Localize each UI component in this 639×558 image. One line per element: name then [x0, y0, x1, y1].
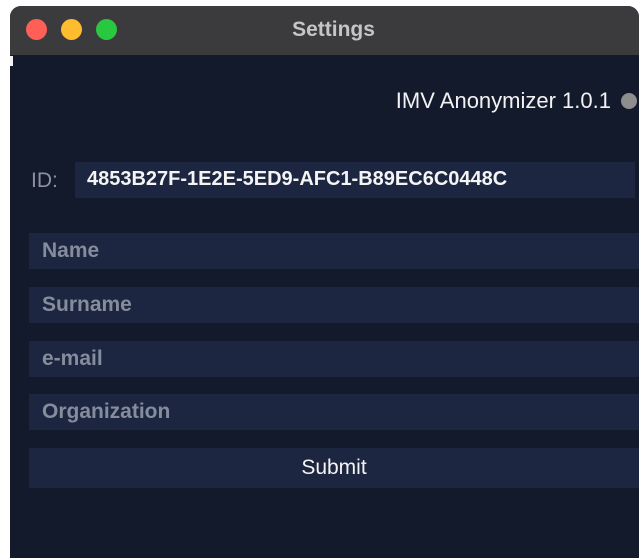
status-indicator-icon	[621, 93, 637, 109]
email-input[interactable]	[29, 341, 639, 377]
id-value-field: 4853B27F-1E2E-5ED9-AFC1-B89EC6C0448C	[75, 162, 635, 198]
window-title: Settings	[292, 18, 375, 41]
surname-input[interactable]	[29, 287, 639, 323]
settings-window: Settings IMV Anonymizer 1.0.1 ID: 4853B2…	[10, 6, 639, 558]
organization-input[interactable]	[29, 394, 639, 430]
title-bar[interactable]: Settings	[10, 6, 639, 56]
settings-content: IMV Anonymizer 1.0.1 ID: 4853B27F-1E2E-5…	[10, 56, 639, 558]
name-input[interactable]	[29, 233, 639, 269]
window-corner-marker	[10, 56, 13, 66]
submit-button[interactable]: Submit	[29, 448, 639, 488]
app-version-label: IMV Anonymizer 1.0.1	[395, 88, 611, 113]
id-label: ID:	[31, 169, 58, 192]
id-value: 4853B27F-1E2E-5ED9-AFC1-B89EC6C0448C	[87, 168, 508, 190]
